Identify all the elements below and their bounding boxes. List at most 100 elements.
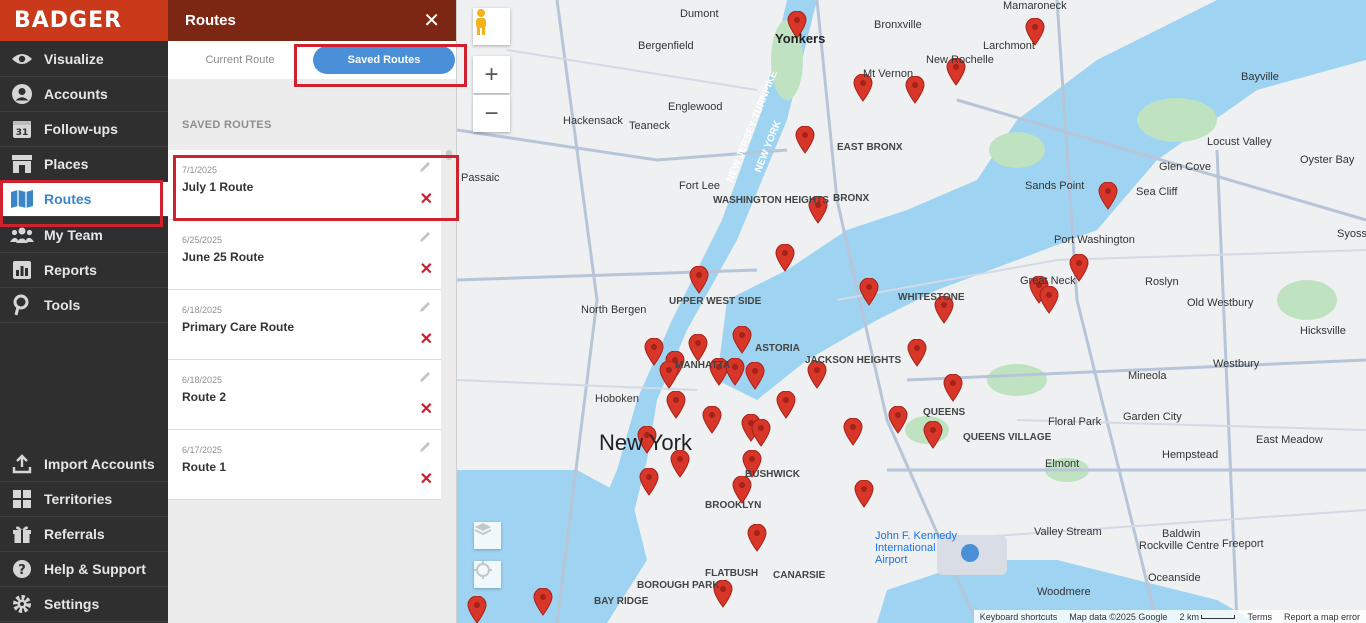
tab-current-route[interactable]: Current Route — [168, 41, 312, 79]
nav-item-places[interactable]: Places — [0, 147, 168, 182]
nav-item-visualize[interactable]: Visualize — [0, 42, 168, 77]
report-map-error-link[interactable]: Report a map error — [1284, 612, 1360, 622]
map-marker-pin-icon[interactable] — [689, 266, 709, 294]
delete-icon[interactable]: ✕ — [420, 332, 433, 348]
terms-link[interactable]: Terms — [1247, 612, 1272, 622]
team-icon — [10, 223, 34, 247]
map-marker-pin-icon[interactable] — [943, 374, 963, 402]
nav-item-help[interactable]: ? Help & Support — [0, 552, 168, 587]
map-marker-pin-icon[interactable] — [843, 418, 863, 446]
map-marker-pin-icon[interactable] — [787, 11, 807, 39]
route-name: Route 1 — [182, 460, 227, 474]
calendar-icon: 31 — [10, 117, 34, 141]
route-card[interactable]: 6/17/2025 Route 1 ✕ — [168, 430, 441, 500]
zoom-in-button[interactable]: + — [473, 56, 510, 93]
map-marker-pin-icon[interactable] — [751, 419, 771, 447]
zoom-out-button[interactable]: − — [473, 95, 510, 132]
delete-icon[interactable]: ✕ — [420, 402, 433, 418]
map-marker-pin-icon[interactable] — [854, 480, 874, 508]
pencil-icon[interactable] — [418, 440, 432, 454]
map-icon — [10, 187, 34, 211]
nav-item-settings[interactable]: Settings — [0, 587, 168, 622]
route-card[interactable]: 6/18/2025 Primary Care Route ✕ — [168, 290, 441, 360]
map-marker-pin-icon[interactable] — [732, 476, 752, 504]
nav-label: Visualize — [44, 51, 104, 67]
nav-item-myteam[interactable]: My Team — [0, 218, 168, 253]
map-marker-pin-icon[interactable] — [1039, 286, 1059, 314]
map-marker-pin-icon[interactable] — [533, 588, 553, 616]
map-marker-pin-icon[interactable] — [688, 334, 708, 362]
map-marker-pin-icon[interactable] — [742, 450, 762, 478]
map-marker-pin-icon[interactable] — [853, 74, 873, 102]
route-card[interactable]: 7/1/2025 July 1 Route ✕ — [168, 150, 441, 220]
map-marker-pin-icon[interactable] — [713, 580, 733, 608]
map-marker-pin-icon[interactable] — [747, 524, 767, 552]
nav-item-territories[interactable]: Territories — [0, 482, 168, 517]
routes-panel: Routes ✕ Current Route Saved Routes SAVE… — [168, 0, 457, 623]
my-location-icon[interactable] — [474, 561, 501, 588]
map-marker-pin-icon[interactable] — [702, 406, 722, 434]
map-marker-pin-icon[interactable] — [1069, 254, 1089, 282]
nav-item-routes[interactable]: Routes — [0, 182, 168, 217]
map-marker-pin-icon[interactable] — [923, 421, 943, 449]
pencil-icon[interactable] — [418, 160, 432, 174]
map-marker-pin-icon[interactable] — [905, 76, 925, 104]
delete-icon[interactable]: ✕ — [420, 192, 433, 208]
map-marker-pin-icon[interactable] — [888, 406, 908, 434]
map-marker-pin-icon[interactable] — [807, 361, 827, 389]
pencil-icon[interactable] — [418, 300, 432, 314]
map-marker-pin-icon[interactable] — [670, 450, 690, 478]
pencil-icon[interactable] — [418, 370, 432, 384]
nav-item-import-accounts[interactable]: Import Accounts — [0, 447, 168, 482]
scroll-thumb[interactable] — [446, 150, 452, 160]
map-marker-pin-icon[interactable] — [859, 278, 879, 306]
map-marker-pin-icon[interactable] — [745, 362, 765, 390]
map-marker-pin-icon[interactable] — [776, 391, 796, 419]
close-icon[interactable]: ✕ — [423, 11, 440, 31]
route-card[interactable]: 6/25/2025 June 25 Route ✕ — [168, 220, 441, 290]
delete-icon[interactable]: ✕ — [420, 262, 433, 278]
nav-label: Settings — [44, 596, 100, 612]
map-marker-pin-icon[interactable] — [934, 296, 954, 324]
panel-scrollbar[interactable] — [443, 150, 455, 623]
tab-saved-routes[interactable]: Saved Routes — [313, 46, 455, 74]
route-card[interactable]: 6/18/2025 Route 2 ✕ — [168, 360, 441, 430]
gift-icon — [10, 522, 34, 546]
nav-label: Places — [44, 156, 89, 172]
nav-item-referrals[interactable]: Referrals — [0, 517, 168, 552]
map-marker-pin-icon[interactable] — [946, 58, 966, 86]
layers-icon[interactable] — [474, 522, 501, 549]
pin-tool-icon — [10, 293, 34, 317]
map-marker-pin-icon[interactable] — [907, 339, 927, 367]
map-view[interactable]: Yonkers New York QUEENS BROOKLYN BRONX A… — [457, 0, 1366, 623]
nav-label: Help & Support — [44, 561, 146, 577]
map-marker-pin-icon[interactable] — [1025, 18, 1045, 46]
nav-label: Territories — [44, 491, 113, 507]
map-marker-pin-icon[interactable] — [732, 326, 752, 354]
map-marker-pin-icon[interactable] — [666, 391, 686, 419]
map-marker-pin-icon[interactable] — [637, 426, 657, 454]
street-view-pegman-icon[interactable] — [473, 8, 510, 45]
map-marker-pin-icon[interactable] — [659, 361, 679, 389]
map-marker-pin-icon[interactable] — [795, 126, 815, 154]
map-marker-pin-icon[interactable] — [467, 596, 487, 623]
panel-header: Routes ✕ — [168, 0, 456, 41]
nav-item-accounts[interactable]: Accounts — [0, 77, 168, 112]
pencil-icon[interactable] — [418, 230, 432, 244]
delete-icon[interactable]: ✕ — [420, 472, 433, 488]
map-marker-pin-icon[interactable] — [1098, 182, 1118, 210]
route-name: July 1 Route — [182, 180, 254, 194]
territory-grid-icon — [10, 487, 34, 511]
map-marker-pin-icon[interactable] — [808, 196, 828, 224]
keyboard-shortcuts-link[interactable]: Keyboard shortcuts — [980, 612, 1058, 622]
section-label: SAVED ROUTES — [182, 119, 272, 131]
badger-logo[interactable]: BADGER — [14, 8, 122, 33]
map-marker-pin-icon[interactable] — [725, 358, 745, 386]
saved-routes-list: 7/1/2025 July 1 Route ✕ 6/25/2025 June 2… — [168, 150, 441, 500]
map-marker-pin-icon[interactable] — [775, 244, 795, 272]
storefront-icon — [10, 152, 34, 176]
nav-item-reports[interactable]: Reports — [0, 253, 168, 288]
map-marker-pin-icon[interactable] — [639, 468, 659, 496]
nav-item-followups[interactable]: 31 Follow-ups — [0, 112, 168, 147]
nav-item-tools[interactable]: Tools — [0, 288, 168, 323]
